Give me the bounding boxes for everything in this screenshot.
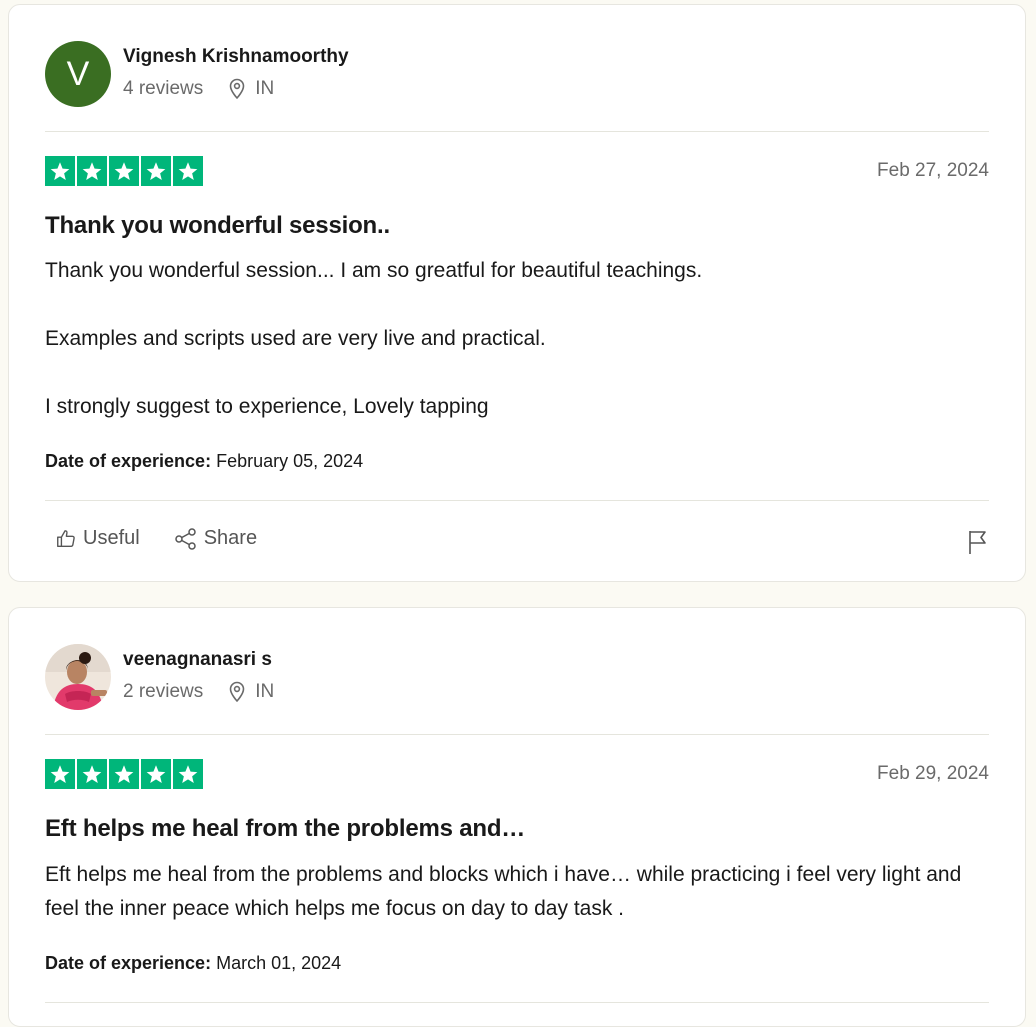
review-body: Eft helps me heal from the problems and … [45, 858, 989, 926]
star-icon [45, 156, 75, 186]
reviewer-name[interactable]: veenagnanasri s [123, 649, 272, 671]
divider [45, 734, 989, 735]
star-icon [45, 759, 75, 789]
reviewer-header: V Vignesh Krishnamoorthy 4 reviews IN [45, 41, 989, 107]
review-paragraph: I strongly suggest to experience, Lovely… [45, 395, 489, 418]
share-button[interactable]: Share [174, 527, 257, 550]
review-count: 2 reviews [123, 681, 204, 702]
experience-label: Date of experience: [45, 953, 212, 973]
useful-button[interactable]: Useful [55, 527, 140, 550]
useful-label: Useful [83, 527, 140, 549]
star-icon [77, 156, 107, 186]
reviewer-header: veenagnanasri s 2 reviews IN [45, 644, 989, 710]
reviewer-country: IN [255, 78, 275, 99]
divider [45, 1002, 989, 1003]
reviewer-meta: 4 reviews IN [123, 78, 274, 100]
experience-date: Date of experience: February 05, 2024 [45, 451, 363, 472]
reviewer-name[interactable]: Vignesh Krishnamoorthy [123, 46, 349, 68]
reviewer-meta: 2 reviews IN [123, 681, 274, 703]
review-paragraph: Eft helps me heal from the problems and … [45, 863, 962, 920]
star-icon [77, 759, 107, 789]
experience-value: March 01, 2024 [216, 953, 342, 973]
location-pin-icon [227, 78, 247, 100]
avatar-photo [45, 644, 111, 710]
divider [45, 500, 989, 501]
reviewer-country: IN [255, 681, 275, 702]
review-date: Feb 27, 2024 [877, 160, 989, 181]
star-icon [141, 156, 171, 186]
star-icon [173, 156, 203, 186]
review-title[interactable]: Eft helps me heal from the problems and… [45, 815, 525, 843]
experience-value: February 05, 2024 [216, 451, 364, 471]
star-icon [141, 759, 171, 789]
review-card: veenagnanasri s 2 reviews IN Feb 29, 202… [8, 607, 1026, 1027]
experience-date: Date of experience: March 01, 2024 [45, 953, 341, 974]
star-icon [109, 759, 139, 789]
review-actions: Useful Share [55, 527, 291, 550]
avatar-letter: V [66, 54, 90, 93]
flag-icon[interactable] [967, 529, 989, 560]
avatar[interactable]: V [45, 41, 111, 107]
share-icon [174, 527, 198, 550]
review-body: Thank you wonderful session... I am so g… [45, 254, 989, 424]
divider [45, 131, 989, 132]
review-paragraph: Examples and scripts used are very live … [45, 327, 546, 350]
review-count: 4 reviews [123, 78, 204, 99]
star-rating [45, 156, 203, 186]
experience-label: Date of experience: [45, 451, 212, 471]
location-pin-icon [227, 681, 247, 703]
star-rating [45, 759, 203, 789]
thumbs-up-icon [55, 528, 77, 550]
avatar[interactable] [45, 644, 111, 710]
review-title[interactable]: Thank you wonderful session.. [45, 212, 390, 240]
review-paragraph: Thank you wonderful session... I am so g… [45, 259, 703, 282]
review-date: Feb 29, 2024 [877, 763, 989, 784]
review-card: V Vignesh Krishnamoorthy 4 reviews IN Fe… [8, 4, 1026, 582]
star-icon [173, 759, 203, 789]
star-icon [109, 156, 139, 186]
share-label: Share [203, 527, 258, 549]
